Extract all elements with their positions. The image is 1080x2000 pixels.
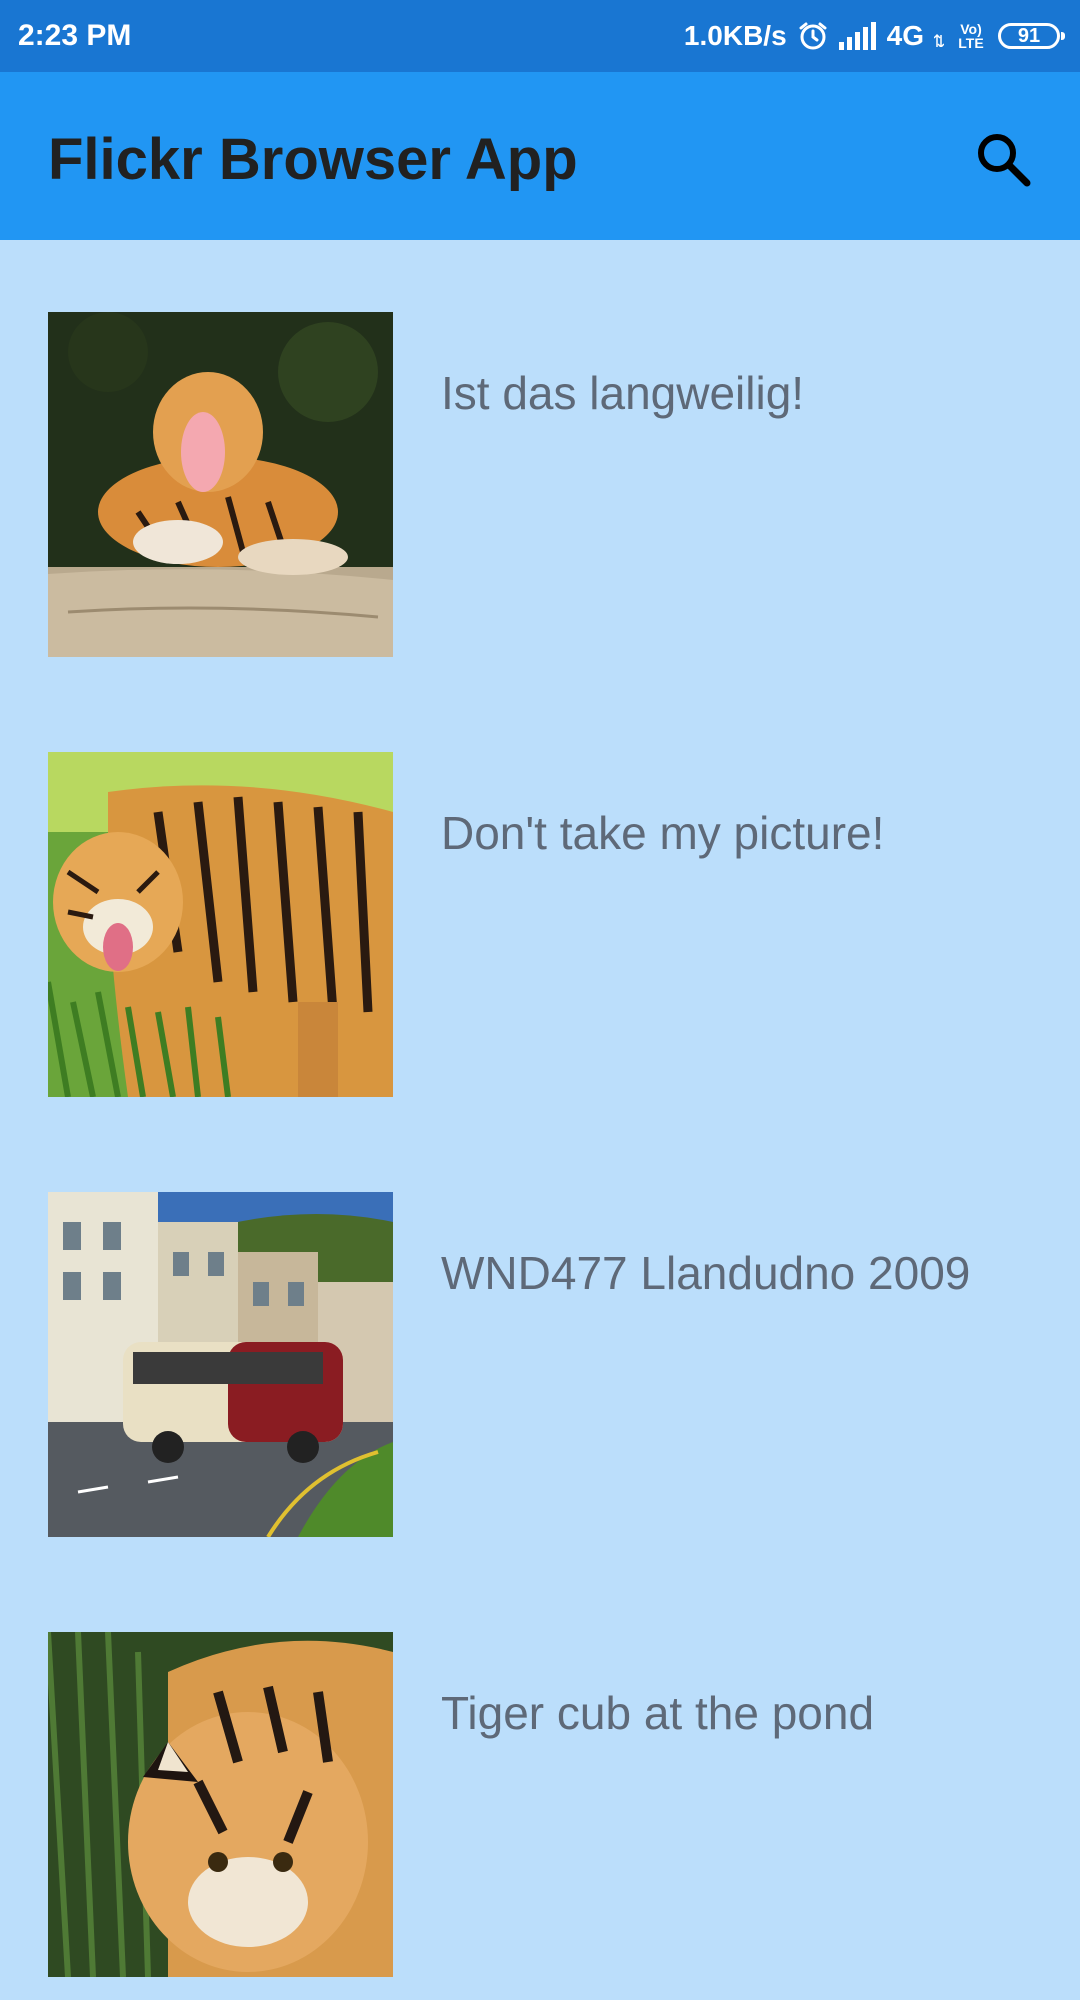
status-bar: 2:23 PM 1.0KB/s 4G Vo) LTE 91: [0, 0, 1080, 72]
list-item[interactable]: Tiger cub at the pond: [0, 1560, 1080, 2000]
network-type: 4G: [886, 20, 924, 51]
photo-title: Ist das langweilig!: [441, 367, 805, 419]
photo-thumbnail[interactable]: [48, 1632, 393, 1977]
search-button[interactable]: [964, 120, 1044, 200]
list-item[interactable]: Ist das langweilig!: [0, 240, 1080, 680]
app-bar: Flickr Browser App: [0, 72, 1080, 240]
battery-level: 91: [1017, 24, 1041, 47]
photo-title: Don't take my picture!: [441, 807, 885, 859]
status-icons: 1.0KB/s 4G Vo) LTE 91: [683, 18, 1065, 54]
photo-title: WND477 Llandudno 2009: [441, 1247, 971, 1299]
list-item[interactable]: WND477 Llandudno 2009: [0, 1120, 1080, 1560]
signal-icon: [838, 22, 877, 50]
app-title: Flickr Browser App: [48, 127, 578, 192]
photo-thumbnail[interactable]: [48, 752, 393, 1097]
status-time: 2:23 PM: [18, 19, 132, 52]
data-arrows-icon: [934, 25, 944, 47]
list-item[interactable]: Don't take my picture!: [0, 680, 1080, 1120]
photo-title: Tiger cub at the pond: [441, 1687, 875, 1739]
volte-icon: Vo) LTE: [958, 21, 984, 51]
battery-icon: 91: [998, 23, 1065, 49]
alarm-icon: [797, 20, 829, 52]
search-icon: [978, 134, 1031, 187]
photo-thumbnail[interactable]: [48, 312, 393, 657]
photo-list[interactable]: Ist das langweilig! Don't take my pictur…: [0, 240, 1080, 1977]
photo-thumbnail[interactable]: [48, 1192, 393, 1537]
network-speed: 1.0KB/s: [683, 20, 787, 51]
